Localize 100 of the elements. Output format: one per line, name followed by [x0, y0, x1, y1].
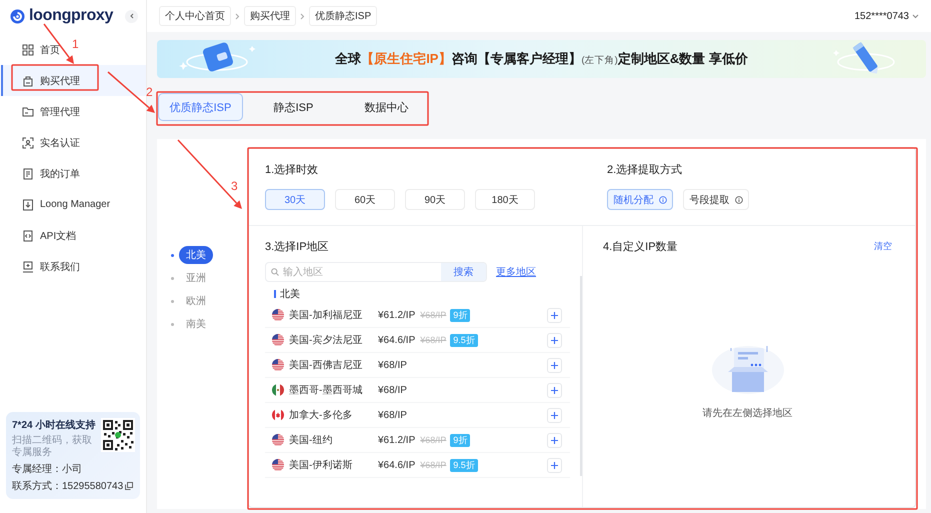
- bullet-icon: [171, 276, 174, 280]
- price-text: ¥68/IP: [378, 384, 407, 396]
- sidebar-item[interactable]: 首页: [1, 34, 68, 65]
- continent-item[interactable]: 亚洲: [179, 269, 213, 287]
- monitor-icon: [22, 260, 34, 272]
- support-subtitle: 扫描二维码，获取专属服务: [12, 435, 93, 459]
- chevron-right-icon: [300, 12, 305, 20]
- option-button[interactable]: 号段提取: [683, 189, 749, 210]
- contact-text: 联系方式：15295580743: [12, 480, 124, 493]
- search-field[interactable]: 输入地区 搜索: [265, 262, 487, 282]
- breadcrumb[interactable]: 优质静态ISP: [309, 6, 378, 26]
- option-button[interactable]: 90天: [405, 189, 465, 210]
- add-button[interactable]: [547, 358, 562, 372]
- product-tab[interactable]: 优质静态ISP: [158, 93, 243, 121]
- discount-badge: 9折: [450, 434, 470, 446]
- price-text: ¥61.2/IP: [378, 434, 416, 446]
- collapse-button[interactable]: [125, 10, 138, 22]
- info-icon: [734, 196, 742, 204]
- region-name: 加拿大-多伦多: [289, 408, 354, 422]
- id-scan-icon: [22, 136, 34, 148]
- sidebar-item[interactable]: 购买代理: [1, 65, 146, 96]
- region-name: 美国-西佛吉尼亚: [289, 358, 364, 372]
- price-text: ¥61.2/IP: [378, 310, 416, 320]
- clear-link[interactable]: 清空: [874, 240, 892, 253]
- code-file-icon: [22, 230, 34, 242]
- step-number: 1: [72, 37, 79, 51]
- sidebar-item[interactable]: Loong Manager: [1, 189, 118, 220]
- logo-text: loongproxy: [29, 7, 114, 25]
- price-text: ¥64.6/IP: [378, 334, 416, 346]
- sidebar-item[interactable]: 联系我们: [1, 251, 88, 282]
- continent-item[interactable]: 北美: [179, 246, 213, 264]
- region-name: 墨西哥-墨西哥城: [289, 384, 364, 397]
- step-number: 3: [231, 179, 238, 193]
- product-tab[interactable]: 数据中心: [344, 93, 429, 121]
- add-button[interactable]: [547, 382, 562, 398]
- folder-icon: [22, 106, 34, 118]
- region-name: 美国-纽约: [289, 434, 334, 447]
- plus-icon: [551, 336, 558, 344]
- region-name: 美国-加利福尼亚: [289, 308, 364, 322]
- flag-icon: [272, 384, 284, 396]
- region-name: 美国-伊利诺斯: [289, 458, 354, 472]
- support-title: 7*24 小时在线支持: [12, 418, 96, 432]
- logo-icon: [10, 8, 25, 24]
- option-button[interactable]: 随机分配: [607, 189, 673, 210]
- banner-headline: 全球【原生住宅IP】咨询【专属客户经理】(左下角)定制地区&数量 享低价: [334, 50, 749, 68]
- discount-badge: 9折: [450, 308, 470, 322]
- add-button[interactable]: [547, 308, 562, 322]
- original-price: ¥68/IP: [420, 335, 446, 345]
- add-button[interactable]: [547, 432, 562, 448]
- copy-icon: [125, 482, 134, 490]
- discount-badge: 9.5折: [450, 334, 478, 346]
- original-price: ¥68/IP: [420, 435, 446, 445]
- search-button[interactable]: 搜索: [441, 263, 486, 281]
- plus-icon: [551, 462, 558, 468]
- plus-icon: [551, 436, 558, 444]
- flag-icon: [272, 434, 284, 446]
- continent-item[interactable]: 南美: [179, 315, 213, 333]
- bullet-icon: [171, 300, 174, 302]
- chevron-left-icon: [128, 13, 134, 19]
- sidebar-item[interactable]: 管理代理: [1, 96, 88, 127]
- chevron-right-icon: [235, 12, 240, 20]
- section-title: 2.选择提取方式: [607, 162, 684, 177]
- chevron-down-icon: [912, 14, 919, 18]
- price-text: ¥68/IP: [378, 410, 407, 420]
- more-regions-link[interactable]: 更多地区: [496, 265, 536, 279]
- step-number: 2: [146, 85, 153, 99]
- option-button[interactable]: 60天: [335, 189, 395, 210]
- user-menu[interactable]: 152****0743: [854, 10, 919, 22]
- sidebar-item[interactable]: API文档: [1, 220, 84, 251]
- add-button[interactable]: [547, 332, 562, 348]
- section-title: 4.自定义IP数量: [603, 240, 678, 254]
- add-button[interactable]: [547, 458, 562, 472]
- discount-badge: 9.5折: [450, 458, 478, 472]
- document-icon: [22, 168, 34, 180]
- breadcrumb[interactable]: 购买代理: [244, 6, 296, 26]
- flag-icon: [272, 309, 284, 321]
- flag-icon: [272, 409, 284, 421]
- plus-icon: [551, 412, 558, 418]
- option-button[interactable]: 180天: [475, 189, 535, 210]
- manager-text: 专属经理：小司: [12, 462, 83, 476]
- plus-icon: [551, 312, 558, 318]
- empty-state-text: 请先在左侧选择地区: [702, 406, 792, 420]
- section-title: 3.选择IP地区: [265, 240, 330, 254]
- plus-icon: [551, 386, 558, 394]
- flag-icon: [272, 459, 284, 471]
- sidebar-item[interactable]: 我的订单: [1, 158, 88, 189]
- region-name: 美国-宾夕法尼亚: [289, 334, 364, 347]
- option-button[interactable]: 30天: [265, 189, 325, 210]
- bullet-icon: [171, 254, 174, 256]
- search-icon: [271, 268, 279, 276]
- group-label: 北美: [280, 288, 300, 301]
- continent-item[interactable]: 欧洲: [179, 292, 213, 310]
- sidebar-item[interactable]: 实名认证: [1, 127, 88, 158]
- annotation-arrow: [177, 140, 242, 209]
- product-tab[interactable]: 静态ISP: [251, 93, 336, 121]
- info-icon: [658, 196, 666, 204]
- add-button[interactable]: [547, 408, 562, 422]
- breadcrumb[interactable]: 个人中心首页: [159, 6, 231, 26]
- annotation-arrow: [108, 71, 155, 113]
- plus-icon: [551, 362, 558, 368]
